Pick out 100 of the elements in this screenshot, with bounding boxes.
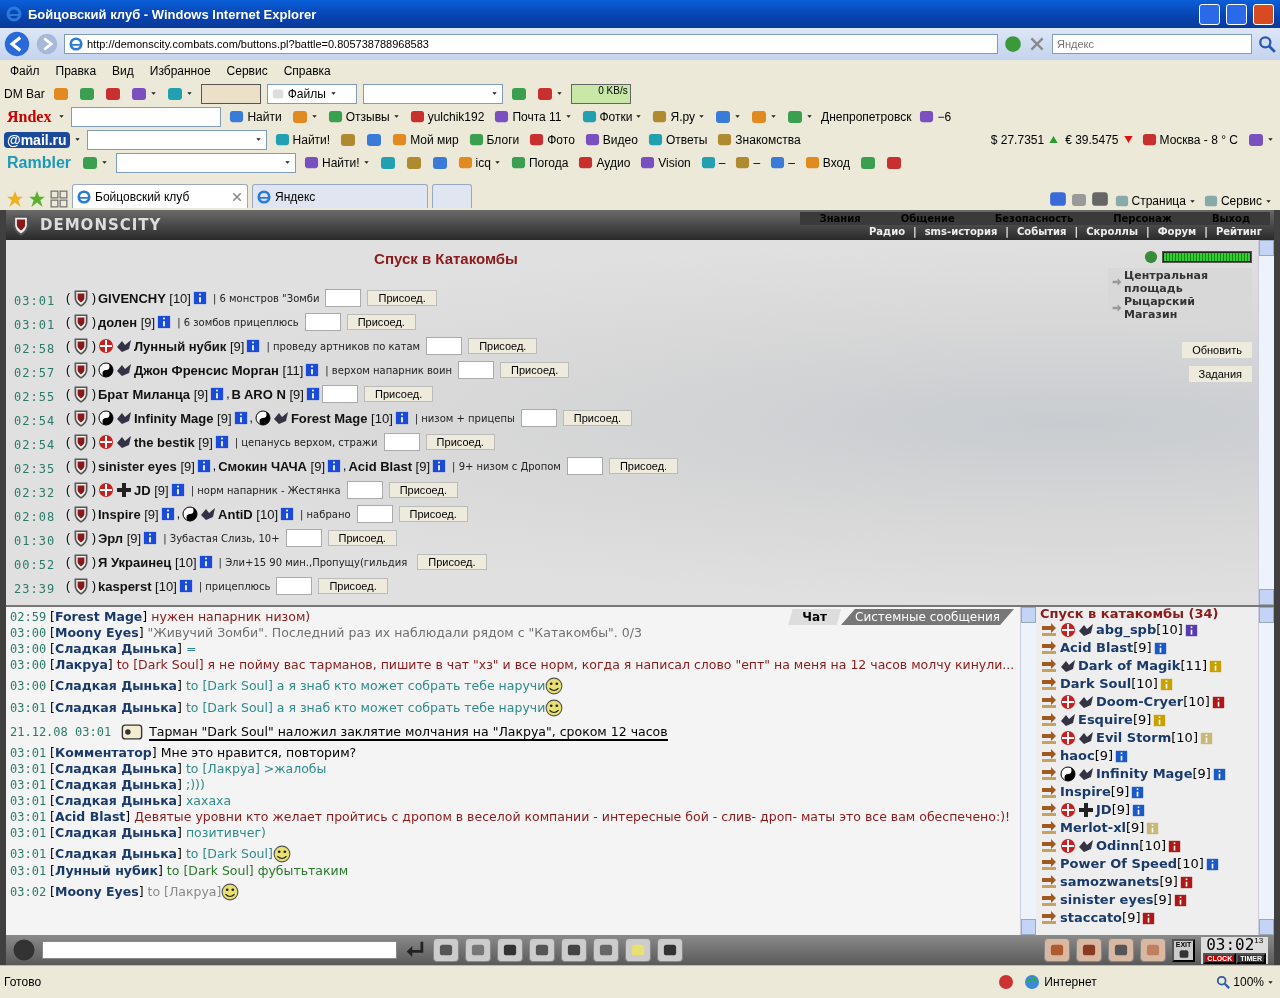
toolbar-button[interactable]: Москва - 8 ° C — [1139, 132, 1240, 147]
info-icon[interactable] — [1153, 641, 1167, 655]
chat-tool-button[interactable] — [560, 938, 587, 962]
file-select[interactable]: Файлы — [266, 83, 357, 104]
menu-item[interactable]: Сервис — [226, 64, 268, 78]
back-button-icon[interactable] — [4, 31, 30, 57]
invite-icon[interactable] — [1040, 640, 1058, 656]
player-name[interactable]: Acid Blast [9] — [348, 458, 431, 474]
password-field[interactable] — [426, 337, 463, 355]
info-icon[interactable] — [1212, 767, 1226, 781]
player-name[interactable]: Acid Blast[9] — [1060, 639, 1152, 657]
toolbar-button[interactable]: Погода — [508, 155, 571, 170]
player-name[interactable]: staccato[9] — [1060, 909, 1141, 927]
chat-nick[interactable]: [Сладкая Дынька] — [50, 761, 182, 776]
join-button[interactable]: Присоед. — [388, 482, 458, 498]
toolbar-button[interactable]: Почта 11 — [492, 109, 574, 124]
player-name[interactable]: JD [9] — [134, 482, 169, 498]
invite-icon[interactable] — [1040, 676, 1058, 692]
chat-nick[interactable]: [Лакруа] — [50, 657, 113, 672]
scrollbar[interactable] — [1020, 607, 1036, 935]
toolbar-button[interactable]: – — [698, 155, 728, 170]
stop-icon[interactable] — [1028, 35, 1046, 53]
browser-tab[interactable]: Бойцовский клуб — [72, 184, 248, 208]
player-name[interactable]: Inspire [9] — [98, 506, 159, 522]
subnav-link[interactable]: Радио — [861, 225, 913, 238]
join-button[interactable]: Присоед. — [327, 530, 397, 546]
join-button[interactable]: Присоед. — [499, 362, 570, 378]
chat-input[interactable] — [42, 941, 397, 959]
location-link[interactable]: Центральная площадь — [1124, 269, 1248, 295]
player-name[interactable]: Infinity Mage[9] — [1096, 765, 1211, 783]
toolbar-button[interactable] — [884, 154, 904, 171]
info-icon[interactable] — [280, 507, 295, 521]
cursor-button[interactable] — [200, 83, 261, 104]
player-name[interactable]: Merlot-xl[9] — [1060, 819, 1145, 837]
toolbar-search-field[interactable] — [71, 106, 222, 127]
info-icon[interactable] — [1173, 893, 1187, 907]
player-name[interactable]: abg_spb[10] — [1096, 621, 1183, 639]
info-icon[interactable] — [1205, 857, 1219, 871]
toolbar-button[interactable]: Видео — [582, 132, 640, 147]
info-icon[interactable] — [196, 459, 211, 473]
player-name[interactable]: Джон Френсис Морган [11] — [134, 362, 304, 378]
player-name[interactable]: B ARO N [9] — [231, 386, 304, 402]
password-field[interactable] — [304, 313, 341, 331]
invite-icon[interactable] — [1040, 748, 1058, 764]
close-tab-icon[interactable] — [231, 190, 243, 203]
player-name[interactable]: долен [9] — [98, 314, 156, 330]
player-name[interactable]: Dark of Magik[11] — [1078, 657, 1208, 675]
player-name[interactable]: Infinity Mage [9] — [134, 410, 232, 426]
invite-icon[interactable] — [1040, 694, 1058, 710]
chat-nick[interactable]: [Acid Blast] — [50, 809, 131, 824]
command-button[interactable]: Сервис — [1201, 194, 1274, 208]
toolbar-search-field[interactable] — [116, 152, 297, 173]
subnav-link[interactable]: Форум — [1149, 225, 1205, 238]
join-button[interactable]: Присоед. — [318, 578, 388, 594]
toolbar-button[interactable]: Знакомства — [715, 132, 803, 147]
chat-nick[interactable]: [Moony Eyes] — [50, 883, 144, 899]
info-icon[interactable] — [160, 507, 175, 521]
info-icon[interactable] — [1168, 839, 1181, 853]
subnav-link[interactable]: События — [1009, 225, 1075, 238]
subnav-link[interactable]: Рейтинг — [1207, 225, 1270, 238]
info-icon[interactable] — [233, 411, 248, 425]
player-name[interactable]: Inspire[9] — [1060, 783, 1130, 801]
toolbar-button[interactable]: icq — [455, 155, 503, 170]
player-name[interactable]: AntiD [10] — [218, 506, 279, 522]
player-name[interactable]: Брат Миланца [9] — [98, 386, 209, 402]
chat-tool-button[interactable] — [656, 938, 683, 962]
chat-nick[interactable]: [Сладкая Дынька] — [50, 641, 182, 656]
info-icon[interactable] — [157, 315, 172, 329]
action-button[interactable] — [1043, 938, 1070, 962]
invite-icon[interactable] — [1040, 658, 1058, 674]
toolbar-button[interactable]: Я.ру — [650, 109, 708, 124]
password-field[interactable] — [325, 289, 362, 307]
invite-icon[interactable] — [1040, 874, 1058, 890]
subnav-link[interactable]: Скроллы — [1078, 225, 1146, 238]
toolbar-button[interactable]: Отзывы — [325, 109, 402, 124]
chat-tool-button[interactable] — [528, 938, 555, 962]
toolbar-button[interactable]: yulchik192 — [407, 109, 487, 124]
invite-icon[interactable] — [1040, 802, 1058, 818]
info-icon[interactable] — [394, 411, 409, 425]
toolbar-button[interactable]: Найти — [227, 109, 284, 124]
player-name[interactable]: Doom-Cryer[10] — [1096, 693, 1210, 711]
toolbar-button[interactable]: Фотки — [579, 109, 645, 124]
toolbar-button[interactable]: Ответы — [645, 132, 710, 147]
invite-icon[interactable] — [1040, 838, 1058, 854]
zoom-button[interactable]: 100% — [1214, 975, 1276, 989]
player-name[interactable]: Esquire[9] — [1078, 711, 1152, 729]
toolbar-button[interactable]: Найти! — [272, 132, 333, 147]
password-field[interactable] — [566, 457, 603, 475]
action-button[interactable] — [1107, 938, 1134, 962]
info-icon[interactable] — [305, 363, 320, 377]
chat-tool-button[interactable] — [624, 938, 651, 962]
toolbar-search-field[interactable] — [86, 129, 267, 150]
join-button[interactable]: Присоед. — [468, 338, 538, 354]
password-field[interactable] — [356, 505, 393, 523]
password-field[interactable] — [321, 385, 358, 403]
player-name[interactable]: sinister eyes[9] — [1060, 891, 1172, 909]
chat-tool-button[interactable] — [496, 938, 523, 962]
invite-icon[interactable] — [1040, 820, 1058, 836]
scrollbar[interactable] — [1258, 240, 1274, 605]
menu-item[interactable]: Файл — [10, 64, 40, 78]
